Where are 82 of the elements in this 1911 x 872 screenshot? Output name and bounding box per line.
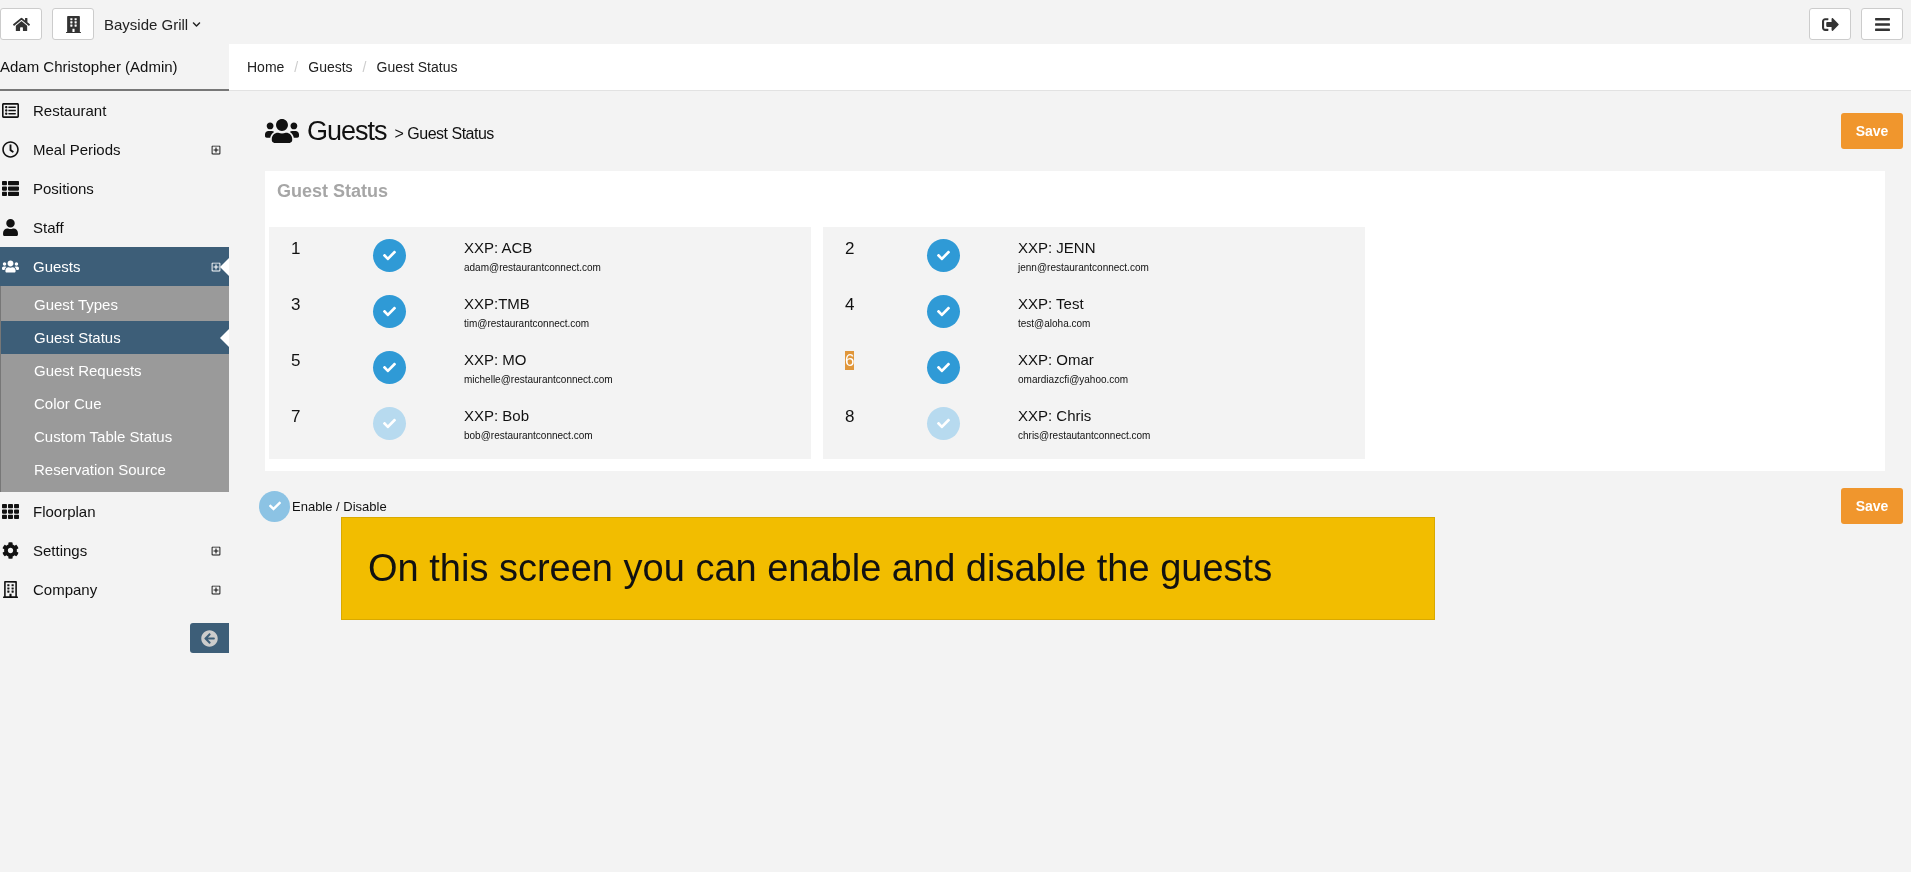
check-icon: [937, 361, 950, 374]
sidebar-item[interactable]: Restaurant: [0, 91, 229, 130]
sidebar-item[interactable]: Meal Periods: [0, 130, 229, 169]
guest-email: chris@restautantconnect.com: [1018, 430, 1151, 441]
sidebar-item[interactable]: Guests: [0, 247, 229, 286]
enable-toggle[interactable]: [927, 407, 960, 440]
legend-label: Enable / Disable: [292, 498, 388, 514]
user-icon: [2, 219, 19, 236]
guest-name: XXP: JENN: [1018, 239, 1097, 256]
guest-email: jenn@restaurantconnect.com: [1018, 262, 1149, 273]
logout-button[interactable]: [1809, 8, 1851, 40]
enable-toggle[interactable]: [927, 295, 960, 328]
list-icon: [2, 180, 19, 197]
guest-name: XXP: MO: [464, 351, 528, 368]
home-button[interactable]: [0, 8, 42, 40]
guest-email: test@aloha.com: [1018, 318, 1091, 329]
guest-number: 3: [291, 295, 301, 314]
enable-toggle[interactable]: [373, 239, 406, 272]
guest-number: 5: [291, 351, 301, 370]
check-icon: [937, 249, 950, 262]
settings-icon: [2, 542, 19, 559]
guest-email: bob@restaurantconnect.com: [464, 430, 593, 441]
list-icon: [2, 102, 19, 119]
sidebar-item[interactable]: Floorplan: [0, 492, 229, 531]
selection-notch: [220, 257, 229, 276]
guest-name: XXP: Chris: [1018, 407, 1093, 424]
guest-name: XXP: Test: [1018, 295, 1085, 312]
check-icon: [937, 305, 950, 318]
page-title: Guests: [307, 115, 387, 147]
guest-name: XXP: ACB: [464, 239, 534, 256]
collapse-button[interactable]: [190, 623, 229, 653]
check-icon: [383, 361, 396, 374]
check-icon: [383, 305, 396, 318]
guest-number: 2: [845, 239, 855, 258]
arrow-left-icon: [201, 629, 218, 647]
users-icon: [2, 258, 19, 275]
menu-icon: [1873, 15, 1891, 33]
breadcrumb-separator: /: [362, 59, 367, 75]
breadcrumb-separator: /: [294, 59, 299, 75]
guest-name: XXP: Omar: [1018, 351, 1095, 368]
enable-toggle[interactable]: [927, 351, 960, 384]
sidebar-item[interactable]: Company: [0, 570, 229, 609]
enable-toggle[interactable]: [373, 351, 406, 384]
guest-number: 1: [291, 239, 301, 258]
guest-email: michelle@restaurantconnect.com: [464, 374, 613, 385]
check-icon: [383, 417, 396, 430]
panel-title: Guest Status: [276, 181, 390, 203]
caret-icon: [192, 19, 202, 29]
breadcrumb-link[interactable]: Guest Status: [376, 59, 458, 75]
guest-email: adam@restaurantconnect.com: [464, 262, 601, 273]
grid-icon: [2, 503, 19, 520]
guest-email: tim@restaurantconnect.com: [464, 318, 590, 329]
caption-banner: On this screen you can enable and disable the guests: [341, 517, 1435, 620]
home-icon: [12, 15, 30, 33]
check-icon: [383, 249, 396, 262]
guest-number: 7: [291, 407, 301, 426]
guest-number: 6: [845, 351, 855, 370]
building-icon: [64, 15, 82, 33]
breadcrumb-link[interactable]: Guests: [308, 59, 353, 75]
menu-button[interactable]: [1861, 8, 1903, 40]
guest-number: 4: [845, 295, 855, 314]
enable-toggle[interactable]: [927, 239, 960, 272]
breadcrumb-link[interactable]: Home: [247, 59, 285, 75]
building-icon: [2, 581, 19, 598]
guest-email: omardiazcfi@yahoo.com: [1018, 374, 1129, 385]
page-subtitle: > Guest Status: [394, 125, 495, 143]
check-icon: [268, 500, 281, 512]
building-button[interactable]: [52, 8, 94, 40]
enable-toggle[interactable]: [373, 407, 406, 440]
guest-name: XXP:TMB: [464, 295, 531, 312]
clock-icon: [2, 141, 19, 158]
logout-icon: [1821, 15, 1839, 33]
guest-number: 8: [845, 407, 855, 426]
selection-notch: [220, 328, 229, 347]
check-icon: [937, 417, 950, 430]
sidebar-item[interactable]: Settings: [0, 531, 229, 570]
enable-toggle[interactable]: [373, 295, 406, 328]
sidebar-item[interactable]: Positions: [0, 169, 229, 208]
sidebar-item[interactable]: Staff: [0, 208, 229, 247]
venue-dropdown[interactable]: Bayside Grill: [104, 15, 202, 33]
guest-name: XXP: Bob: [464, 407, 531, 424]
submenu-item[interactable]: Guest Status: [1, 321, 229, 354]
